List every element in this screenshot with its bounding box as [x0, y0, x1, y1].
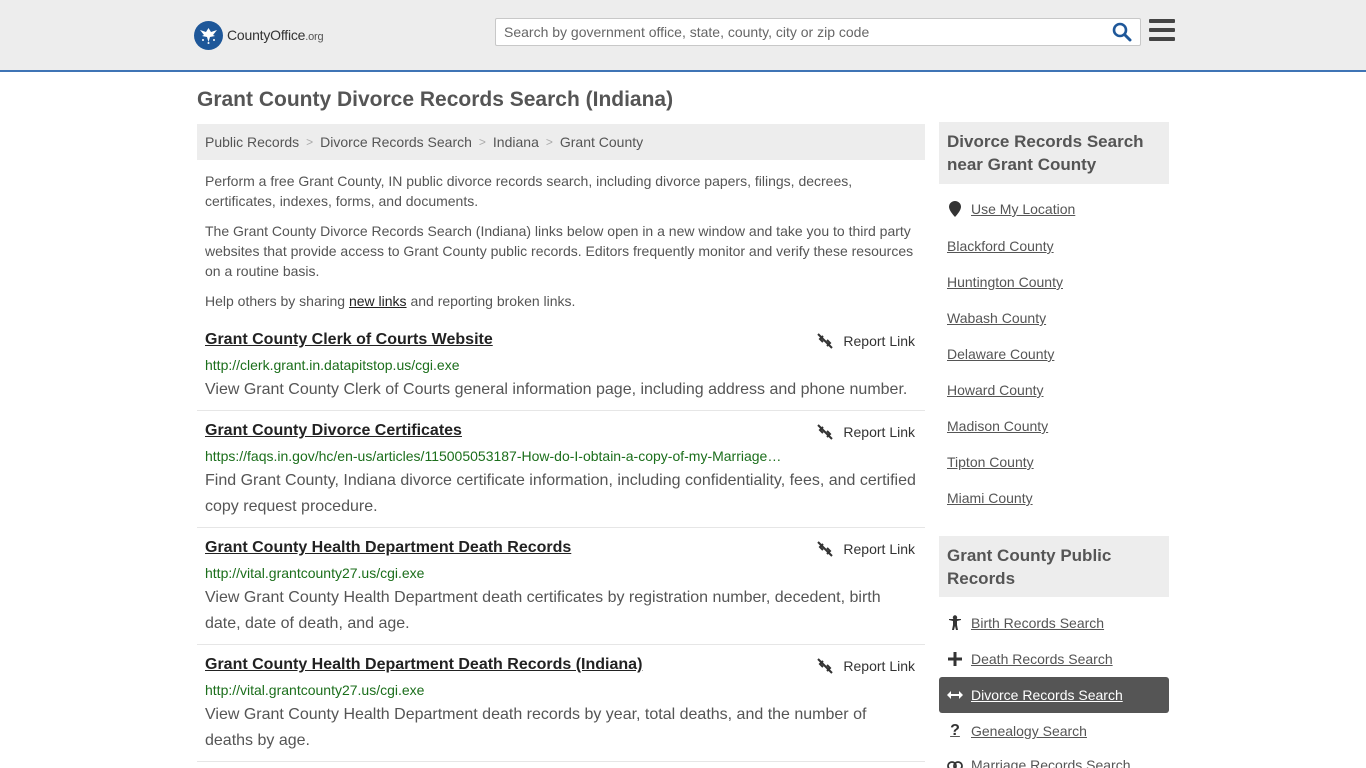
genealogy-search-link[interactable]: ? Genealogy Search [947, 722, 1087, 739]
nearby-county-link[interactable]: Wabash County [947, 310, 1046, 326]
rings-icon [947, 757, 963, 768]
broken-link-icon [817, 424, 834, 440]
breadcrumb: Public Records > Divorce Records Search … [197, 124, 925, 160]
logo-suffix: .org [305, 31, 324, 43]
result-title-link[interactable]: Grant County Health Department Death Rec… [205, 656, 642, 674]
breadcrumb-grant-county[interactable]: Grant County [560, 134, 643, 150]
broken-link-icon [817, 658, 834, 674]
nearby-county-link[interactable]: Madison County [947, 418, 1048, 434]
hamburger-menu-icon[interactable] [1149, 19, 1175, 43]
search-input[interactable] [496, 19, 1096, 45]
result-description: Find Grant County, Indiana divorce certi… [205, 472, 916, 515]
nearby-county-link[interactable]: Tipton County [947, 454, 1034, 470]
result-item: Grant County Divorce Certificates Report… [197, 422, 925, 528]
intro-paragraph-3: Help others by sharing new links and rep… [205, 293, 576, 309]
page-title: Grant County Divorce Records Search (Ind… [197, 88, 674, 111]
result-title-link[interactable]: Grant County Health Department Death Rec… [205, 539, 571, 557]
site-header: CountyOffice.org [0, 0, 1366, 72]
nearby-heading: Divorce Records Search near Grant County [939, 122, 1169, 184]
breadcrumb-indiana[interactable]: Indiana [493, 134, 539, 150]
report-link-button[interactable]: Report Link [817, 333, 915, 349]
result-title-link[interactable]: Grant County Divorce Certificates [205, 422, 462, 440]
result-title-link[interactable]: Grant County Clerk of Courts Website [205, 331, 493, 349]
new-links-link[interactable]: new links [349, 293, 407, 309]
report-link-button[interactable]: Report Link [817, 541, 915, 557]
arrows-icon [947, 687, 963, 703]
result-url: http://vital.grantcounty27.us/cgi.exe [205, 565, 425, 581]
breadcrumb-public-records[interactable]: Public Records [205, 134, 299, 150]
result-description: View Grant County Clerk of Courts genera… [205, 381, 908, 398]
map-pin-icon [947, 201, 963, 217]
public-records-heading: Grant County Public Records [939, 536, 1169, 597]
marriage-records-link[interactable]: Marriage Records Search [947, 757, 1131, 768]
result-description: View Grant County Health Department deat… [205, 589, 881, 632]
cross-icon [947, 651, 963, 667]
result-item: Grant County Clerk of Courts Website Rep… [197, 331, 925, 411]
nearby-county-link[interactable]: Delaware County [947, 346, 1054, 362]
result-description: View Grant County Health Department deat… [205, 706, 867, 749]
nearby-county-link[interactable]: Blackford County [947, 238, 1054, 254]
divorce-records-link[interactable]: Divorce Records Search [947, 687, 1123, 703]
child-icon [947, 615, 963, 631]
report-link-button[interactable]: Report Link [817, 658, 915, 674]
result-url: http://vital.grantcounty27.us/cgi.exe [205, 682, 425, 698]
logo-name: CountyOffice [227, 27, 306, 43]
search-box [495, 18, 1141, 46]
birth-records-link[interactable]: Birth Records Search [947, 615, 1104, 631]
site-logo[interactable]: CountyOffice.org [194, 20, 324, 50]
breadcrumb-separator: > [478, 135, 486, 149]
result-item: Grant County Health Department Death Rec… [197, 539, 925, 645]
eagle-logo-icon [194, 20, 223, 50]
search-button[interactable] [1112, 22, 1134, 44]
search-icon [1112, 22, 1132, 42]
question-icon: ? [950, 722, 960, 739]
death-records-link[interactable]: Death Records Search [947, 651, 1113, 667]
use-my-location-link[interactable]: Use My Location [947, 201, 1075, 217]
breadcrumb-divorce-records[interactable]: Divorce Records Search [320, 134, 472, 150]
result-url: https://faqs.in.gov/hc/en-us/articles/11… [205, 448, 782, 464]
intro-paragraph-1: Perform a free Grant County, IN public d… [205, 173, 853, 209]
result-url: http://clerk.grant.in.datapitstop.us/cgi… [205, 357, 460, 373]
broken-link-icon [817, 541, 834, 557]
broken-link-icon [817, 333, 834, 349]
nearby-county-link[interactable]: Huntington County [947, 274, 1063, 290]
breadcrumb-separator: > [545, 135, 553, 149]
report-link-button[interactable]: Report Link [817, 424, 915, 440]
result-item: Grant County Health Department Death Rec… [197, 656, 925, 762]
intro-paragraph-2: The Grant County Divorce Records Search … [205, 223, 914, 279]
nearby-county-link[interactable]: Miami County [947, 490, 1033, 506]
nearby-county-link[interactable]: Howard County [947, 382, 1044, 398]
breadcrumb-separator: > [306, 135, 314, 149]
